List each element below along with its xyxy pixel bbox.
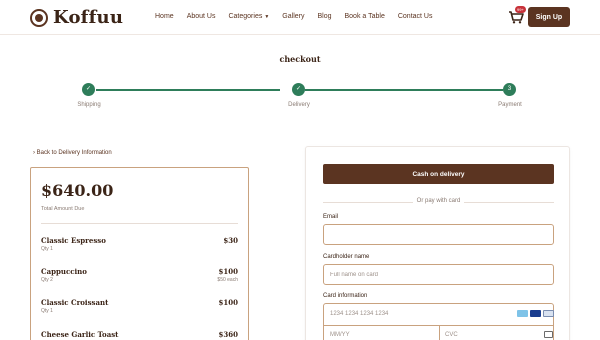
step-label-payment: Payment	[498, 102, 522, 108]
order-item: Cheese Garlic Toast $360	[41, 330, 238, 340]
coffee-bean-logo-icon	[30, 8, 48, 27]
step-connector-1	[96, 89, 280, 91]
item-price: $360	[218, 330, 238, 339]
payment-card: Cash on delivery Or pay with card Email …	[305, 146, 570, 340]
cvc-field[interactable]: CVC	[445, 332, 458, 338]
step-delivery-check-icon: ✓	[292, 83, 305, 96]
cardholder-name-field[interactable]	[323, 264, 554, 285]
item-price: $30	[223, 236, 238, 245]
nav-about-us[interactable]: About Us	[187, 13, 216, 20]
item-unit-price: $50 each	[217, 277, 238, 283]
item-name: Cappuccino	[41, 267, 87, 276]
order-item: Cappuccino Qty 2 $100 $50 each	[41, 267, 238, 291]
item-qty: Qty 2	[41, 277, 53, 283]
chevron-right-icon: ›	[33, 150, 35, 156]
chevron-down-icon: ▼	[264, 14, 270, 20]
email-label: Email	[323, 214, 339, 220]
or-text-label: Or pay with card	[412, 198, 465, 204]
visa-icon	[530, 310, 541, 317]
email-field[interactable]	[323, 224, 554, 245]
order-summary-card: $640.00 Total Amount Due Classic Espress…	[30, 167, 249, 340]
step-label-delivery: Delivery	[288, 102, 310, 108]
or-pay-with-card: Or pay with card	[306, 198, 571, 204]
card-info-label: Card information	[323, 293, 368, 299]
cash-on-delivery-button[interactable]: Cash on delivery	[323, 164, 554, 184]
logo-text: Koffuu	[53, 7, 124, 28]
total-amount: $640.00	[41, 181, 114, 200]
nav-home[interactable]: Home	[155, 13, 174, 20]
item-name: Classic Croissant	[41, 298, 109, 307]
item-price: $100	[218, 267, 238, 276]
card-info-group: 1234 1234 1234 1234 MM/YY CVC	[323, 303, 554, 340]
generic-card-icon	[543, 310, 554, 317]
main-nav: Home About Us Categories ▼ Gallery Blog B…	[155, 13, 445, 20]
card-col-divider	[439, 325, 440, 340]
page-title: checkout	[279, 54, 321, 64]
total-label: Total Amount Due	[41, 206, 85, 212]
top-header: Koffuu Home About Us Categories ▼ Gallery…	[0, 0, 600, 35]
order-item: Classic Croissant Qty 1 $100	[41, 298, 238, 322]
amex-icon	[517, 310, 528, 317]
expiry-field[interactable]: MM/YY	[330, 332, 350, 338]
logo[interactable]: Koffuu	[30, 7, 123, 28]
item-name: Cheese Garlic Toast	[41, 330, 119, 339]
step-connector-2	[305, 89, 503, 91]
sign-up-button[interactable]: Sign Up	[528, 7, 570, 27]
card-number-field[interactable]: 1234 1234 1234 1234	[330, 311, 388, 317]
back-link-label: Back to Delivery Information	[36, 150, 112, 156]
cart-count-badge: 99+	[515, 6, 526, 13]
step-payment-number: 3	[503, 83, 516, 96]
nav-book-a-table[interactable]: Book a Table	[345, 13, 385, 20]
step-label-shipping: Shipping	[77, 102, 101, 108]
nav-categories[interactable]: Categories ▼	[228, 13, 269, 20]
item-qty: Qty 1	[41, 308, 53, 314]
item-price: $100	[218, 298, 238, 307]
nav-contact-us[interactable]: Contact Us	[398, 13, 433, 20]
step-shipping-check-icon: ✓	[82, 83, 95, 96]
nav-categories-label: Categories	[228, 13, 263, 20]
order-item: Classic Espresso Qty 1 $30	[41, 236, 238, 260]
cvc-card-icon	[544, 331, 553, 338]
back-to-delivery-link[interactable]: › Back to Delivery Information	[33, 150, 112, 156]
item-name: Classic Espresso	[41, 236, 106, 245]
nav-gallery[interactable]: Gallery	[282, 13, 304, 20]
nav-blog[interactable]: Blog	[317, 13, 331, 20]
cardholder-label: Cardholder name	[323, 254, 370, 260]
item-qty: Qty 1	[41, 246, 53, 252]
summary-divider	[41, 223, 238, 224]
